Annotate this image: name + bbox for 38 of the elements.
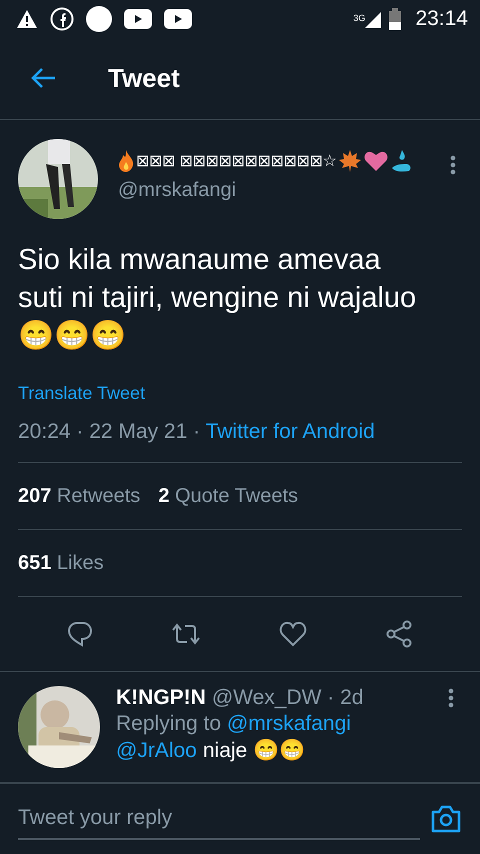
maple-leaf-icon [338,149,362,173]
play-icon [124,8,152,28]
reply-icon[interactable] [67,621,93,647]
clock: 23:14 [415,6,468,30]
screen-title: Tweet [108,62,180,94]
warning-icon [16,8,38,28]
reply-composer[interactable]: Tweet your reply [0,782,480,854]
flame-icon [118,150,134,172]
tweet-timestamp: 20:24 · 22 May 21 · [18,420,202,443]
source-link[interactable]: Twitter for Android [206,420,375,443]
more-options-icon[interactable] [450,155,456,175]
retweet-icon[interactable] [171,622,201,646]
circle-icon [86,6,112,32]
translate-link[interactable]: Translate Tweet [18,383,462,404]
reply-text: niaje 😁😁 [202,738,306,763]
heart-outline-icon[interactable] [279,621,307,647]
battery-icon [389,8,402,30]
stat-link[interactable]: 207 Retweets [18,484,140,508]
user-handle[interactable]: @mrskafangi [118,179,450,202]
mention-link[interactable]: @mrskafangi [226,712,351,735]
play-icon [164,8,192,28]
mention-link[interactable]: @JrAloo [116,738,197,762]
facebook-icon [50,6,74,30]
replying-label: Replying to [116,712,222,735]
back-arrow-icon[interactable] [30,67,56,89]
reply-author-name: K!NGP!N [116,686,206,710]
network-label: 3G [353,12,366,22]
tweet-text: Sio kila mwanaume amevaa suti ni tajiri, wengine ni wajaluo😁😁😁 [18,244,416,352]
stat-link[interactable]: 2 Quote Tweets [158,484,298,508]
share-icon[interactable] [385,620,413,648]
camera-icon[interactable] [430,804,462,834]
likes-link[interactable]: 651 Likes [18,552,104,574]
display-name: ⊠⊠⊠ ⊠⊠⊠⊠⊠⊠⊠⊠⊠⊠⊠☆ [136,152,336,171]
heart-icon [364,151,388,171]
signal-icon [365,10,382,28]
more-options-icon[interactable] [448,688,454,708]
reply-author-handle: @Wex_DW · 2d [212,686,364,710]
droplets-icon [390,150,412,172]
